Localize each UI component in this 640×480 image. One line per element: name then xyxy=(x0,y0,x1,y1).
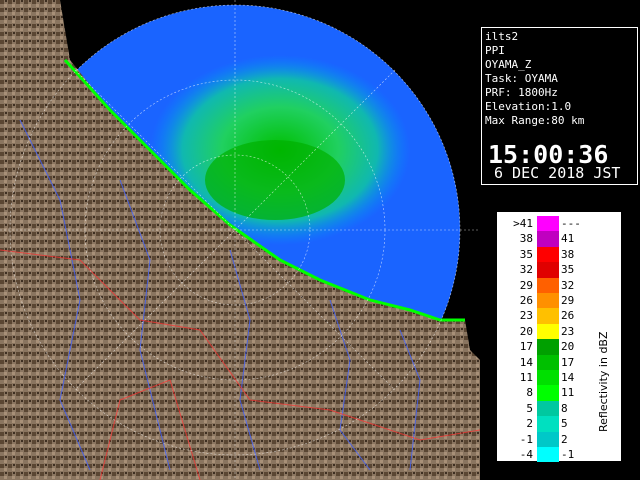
legend-low-label: 20 xyxy=(519,324,533,338)
legend-high-label: 2 xyxy=(561,432,568,446)
legend-unit: Reflectivity in dBZ xyxy=(597,331,610,432)
color-legend: >41 --- 38 41 35 38 32 35 29 32 26 29 23 26 20 23 17 20 14… xyxy=(496,211,622,463)
legend-high-label: 29 xyxy=(561,294,575,307)
legend-row: 14 17 xyxy=(497,354,591,370)
legend-low-label: >41 xyxy=(513,217,533,230)
legend-low-label: 8 xyxy=(526,386,533,400)
task-name: Task: OYAMA xyxy=(485,72,558,85)
legend-swatch xyxy=(537,293,559,309)
elevation-value: Elevation:1.0 xyxy=(485,100,572,113)
legend-swatch xyxy=(537,262,559,278)
radar-ppi-map xyxy=(0,0,480,480)
legend-row: 17 20 xyxy=(497,339,591,355)
legend-row: 32 35 xyxy=(497,262,591,278)
legend-high-label: 11 xyxy=(561,386,575,400)
legend-swatch xyxy=(537,323,559,340)
legend-swatch xyxy=(537,231,559,247)
legend-low-label: 32 xyxy=(519,263,533,277)
legend-swatch xyxy=(537,246,559,263)
legend-row: 38 41 xyxy=(497,231,591,247)
legend-high-label: 20 xyxy=(561,340,575,354)
legend-swatch xyxy=(537,354,559,370)
legend-swatch xyxy=(537,431,559,447)
legend-row: >41 --- xyxy=(497,216,591,232)
legend-row: -4 -1 xyxy=(497,447,591,463)
legend-low-label: 26 xyxy=(519,294,533,307)
legend-row: 23 26 xyxy=(497,308,591,324)
legend-swatch xyxy=(537,308,559,324)
legend-low-label: 11 xyxy=(519,371,533,384)
legend-low-label: 5 xyxy=(526,401,533,415)
legend-low-label: 2 xyxy=(526,417,533,431)
legend-swatch xyxy=(537,339,559,355)
legend-low-label: 23 xyxy=(519,309,533,323)
legend-row: -1 2 xyxy=(497,431,591,447)
legend-swatch xyxy=(537,370,559,386)
legend-high-label: 32 xyxy=(561,278,575,292)
legend-swatch xyxy=(537,385,559,401)
legend-swatch xyxy=(537,216,559,232)
legend-high-label: 5 xyxy=(561,417,568,431)
legend-high-label: 14 xyxy=(561,371,575,384)
legend-swatch xyxy=(537,277,559,293)
legend-low-label: 29 xyxy=(519,278,533,292)
legend-low-label: 35 xyxy=(519,247,533,261)
legend-high-label: --- xyxy=(561,217,581,230)
legend-high-label: 38 xyxy=(561,247,575,261)
prf-value: PRF: 1800Hz xyxy=(485,86,558,99)
legend-row: 35 38 xyxy=(497,246,591,263)
legend-high-label: 26 xyxy=(561,309,575,323)
legend-row: 29 32 xyxy=(497,277,591,293)
legend-high-label: 23 xyxy=(561,324,575,338)
legend-high-label: -1 xyxy=(561,448,575,461)
scan-date: 6 DEC 2018 JST xyxy=(494,164,621,182)
legend-low-label: 14 xyxy=(519,355,533,369)
legend-row: 20 23 xyxy=(497,323,591,340)
legend-row: 26 29 xyxy=(497,293,591,309)
legend-row: 25 xyxy=(497,416,591,432)
legend-low-label: -1 xyxy=(519,432,533,446)
legend-swatch xyxy=(537,447,559,463)
info-panel: ilts2 PPI OYAMA_Z Task: OYAMA PRF: 1800H… xyxy=(481,27,638,185)
max-range-value: Max Range:80 km xyxy=(485,114,585,127)
echo-core xyxy=(205,140,345,220)
legend-high-label: 17 xyxy=(561,355,575,369)
legend-row: 11 14 xyxy=(497,370,591,386)
legend-high-label: 41 xyxy=(561,232,575,246)
legend-high-label: 8 xyxy=(561,401,568,415)
legend-high-label: 35 xyxy=(561,263,575,277)
scan-type: PPI xyxy=(485,44,505,57)
legend-low-label: 38 xyxy=(519,232,533,246)
product-name: ilts2 xyxy=(485,30,519,43)
legend-swatch xyxy=(537,400,559,417)
legend-row: 58 xyxy=(497,400,591,417)
legend-row: 8 11 xyxy=(497,385,591,401)
legend-low-label: -4 xyxy=(519,448,533,461)
legend-low-label: 17 xyxy=(519,340,533,354)
legend-swatch xyxy=(537,416,559,432)
field-name: OYAMA_Z xyxy=(485,58,532,71)
